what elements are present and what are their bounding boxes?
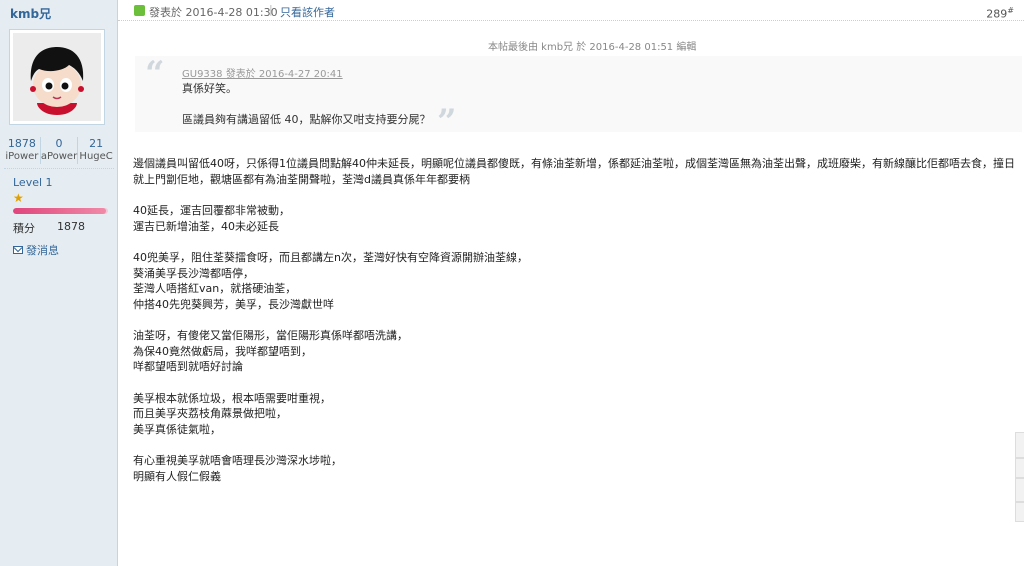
paragraph: 40兜美孚，阻住荃葵擂食呀，而且都講左n次，荃灣好快有空降資源開辦油荃線， 葵涌… [133, 250, 1018, 312]
body-line: 仲搭40先兜葵興芳，美孚，長沙灣獻世咩 [133, 297, 334, 311]
separator: | [269, 3, 273, 16]
floor-number-link[interactable]: 289# [986, 6, 1014, 21]
paragraph: 油荃呀，有傻佬又當佢陽形，當佢陽形真係咩都唔洗講， 為保40竟然做虧局，我咩都望… [133, 328, 1018, 375]
stat-label: iPower [5, 151, 39, 162]
post-timestamp: 發表於 2016-4-28 01:30 [149, 6, 278, 19]
points-value: 1878 [57, 220, 85, 233]
author-stats: 1878 iPower 0 aPower 21 HugeC [4, 137, 114, 169]
body-line: 油荃呀，有傻佬又當佢陽形，當佢陽形真係咩都唔洗講， [133, 329, 408, 342]
stat-value: 21 [89, 137, 104, 150]
stat-label: aPower [40, 151, 78, 162]
stat-apower[interactable]: 0 aPower [40, 137, 79, 164]
stat-label: HugeC [79, 151, 113, 162]
send-message-link[interactable]: 發消息 [13, 242, 59, 258]
stat-value: 0 [55, 137, 63, 150]
body-line: 而且美孚夾荔枝角蔴景做把啦， [133, 407, 287, 420]
side-tool-button[interactable] [1015, 432, 1024, 458]
body-line: 為保40竟然做虧局，我咩都望唔到， [133, 344, 312, 358]
level-progress-fill [13, 208, 107, 214]
body-line: 40兜美孚，阻住荃葵擂食呀，而且都講左n次，荃灣好快有空降資源開辦油荃線， [133, 251, 528, 264]
floor-number: 289 [986, 7, 1008, 21]
online-status-icon [134, 5, 145, 16]
author-name-link[interactable]: kmb兄 [10, 5, 51, 22]
body-line: 有心重視美孚就唔會唔理長沙灣深水埗啦， [133, 454, 342, 467]
view-author-only-link[interactable]: 只看該作者 [280, 4, 335, 20]
user-level[interactable]: Level 1 [13, 176, 53, 189]
edited-note: 本帖最後由 kmb兄 於 2016-4-28 01:51 編輯 [488, 42, 697, 53]
quote-open-icon: “ [145, 54, 165, 94]
stat-hugec[interactable]: 21 HugeC [78, 137, 114, 164]
side-tool-button[interactable] [1015, 478, 1024, 502]
body-line: 邊個議員叫留低40呀，只係得1位議員問點解40仲未延長，明顯呢位議員都傻既，有條… [133, 157, 1015, 186]
avatar-image [13, 33, 101, 121]
side-tool-button[interactable] [1015, 502, 1024, 522]
floor-mark: # [1007, 6, 1014, 15]
quote-close-icon: ” [437, 102, 457, 142]
points-label: 積分 [13, 222, 35, 235]
body-line: 美孚根本就係垃圾，根本唔需要咁重視， [133, 391, 331, 405]
side-tool-button[interactable] [1015, 458, 1024, 478]
send-message-label: 發消息 [26, 244, 59, 257]
paragraph: 有心重視美孚就唔會唔理長沙灣深水埗啦， 明顯有人假仁假義 [133, 453, 1018, 484]
body-line: 明顯有人假仁假義 [133, 469, 221, 483]
body-line: 美孚真係徒氣啦， [133, 422, 221, 436]
post-info-bar: 發表於 2016-4-28 01:30 | 只看該作者 289# [118, 0, 1024, 21]
paragraph: 40延長，運吉回覆都非常被動， 運吉已新增油荃，40未必延長 [133, 203, 1018, 234]
post-body: 邊個議員叫留低40呀，只係得1位議員問點解40仲未延長，明顯呢位議員都傻既，有條… [133, 156, 1018, 500]
body-line: 荃灣人唔搭紅van，就搭硬油荃， [133, 282, 297, 295]
quote-text-line: 真係好笑。 [182, 82, 237, 95]
paragraph: 邊個議員叫留低40呀，只係得1位議員問點解40仲未延長，明顯呢位議員都傻既，有條… [133, 156, 1018, 187]
quote-text-line: 區議員夠有講過留低 40，點解你又咁支持要分屍？ [182, 113, 431, 126]
avatar[interactable] [9, 29, 105, 125]
star-icon: ★ [13, 191, 24, 205]
quote-block: “ GU9338 發表於 2016-4-27 20:41 真係好笑。 區議員夠有… [135, 54, 1022, 142]
quote-author-link[interactable]: GU9338 發表於 2016-4-27 20:41 [182, 65, 343, 80]
body-line: 葵涌美孚長沙灣都唔停， [133, 266, 254, 280]
level-progress-bar [13, 208, 108, 214]
stat-value: 1878 [7, 137, 36, 150]
stat-ipower[interactable]: 1878 iPower [4, 137, 41, 164]
points-row: 積分 1878 [13, 220, 85, 236]
paragraph: 美孚根本就係垃圾，根本唔需要咁重視， 而且美孚夾荔枝角蔴景做把啦， 美孚真係徒氣… [133, 391, 1018, 438]
body-line: 40延長，運吉回覆都非常被動， [133, 204, 290, 217]
envelope-icon [13, 246, 23, 254]
body-line: 咩都望唔到就唔好討論 [133, 360, 243, 373]
author-sidebar: kmb兄 1878 iPower 0 aPower 21 HugeC Level… [0, 0, 118, 566]
body-line: 運吉已新增油荃，40未必延長 [133, 219, 279, 233]
cartoon-avatar-icon [13, 33, 101, 121]
